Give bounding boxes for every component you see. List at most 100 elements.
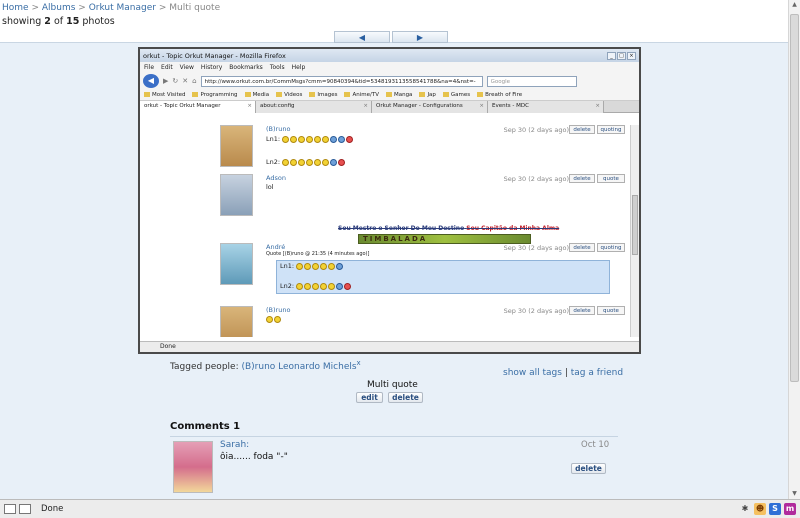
page-scrollbar[interactable]: ▲ ▼ — [788, 0, 800, 499]
screenshot-navbar: ◀ ▶ ↻ ✕ ⌂ http://www.orkut.com.br/CommMs… — [140, 72, 639, 90]
screenshot-window-title: orkut - Topic Orkut Manager - Mozilla Fi… — [143, 51, 286, 60]
close-icon: × — [363, 103, 368, 109]
post-line: Ln2: — [266, 158, 346, 166]
avatar[interactable] — [173, 441, 213, 493]
post-line: Ln2: — [280, 282, 352, 290]
post-author: Adson — [266, 174, 286, 182]
breadcrumb-home-link[interactable]: Home — [2, 3, 29, 13]
breadcrumb-album-link[interactable]: Orkut Manager — [89, 3, 156, 13]
browser-statusbar: Done ✱ ☻ S m — [0, 499, 800, 518]
home-icon: ⌂ — [192, 77, 197, 85]
bookmark-item: Anime/TV — [344, 92, 379, 98]
post-date: Sep 30 (2 days ago) — [503, 126, 569, 134]
comment-author[interactable]: Sarah: — [220, 440, 249, 450]
delete-comment-button[interactable]: delete — [571, 463, 606, 474]
close-icon: × — [595, 103, 600, 109]
smiley-icons — [282, 135, 354, 143]
photo-image: orkut - Topic Orkut Manager - Mozilla Fi… — [138, 47, 641, 354]
next-photo-button[interactable]: ▶ — [392, 31, 448, 43]
screenshot-tab-label: about:config — [260, 103, 295, 109]
bookmark-item: Most Visited — [144, 92, 185, 98]
smiley-icons — [296, 282, 352, 290]
folder-icon — [344, 92, 351, 97]
arrow-right-icon: ▶ — [416, 32, 424, 42]
photo-counter-index: 2 — [44, 16, 51, 27]
smiley-icons — [296, 262, 344, 270]
screenshot-menu-history: History — [200, 63, 223, 71]
screenshot-tab-label: orkut - Topic Orkut Manager — [144, 103, 221, 109]
skype-icon[interactable]: S — [769, 503, 781, 515]
post-text: lol — [266, 183, 274, 191]
post-date: Sep 30 (2 days ago) — [503, 244, 569, 252]
comment-date: Oct 10 — [581, 440, 610, 450]
folder-icon — [442, 92, 449, 97]
screenshot-menubar: File Edit View History Bookmarks Tools H… — [140, 62, 639, 72]
gear-icon[interactable]: ✱ — [739, 503, 751, 515]
scroll-up-icon[interactable]: ▲ — [789, 0, 800, 10]
scroll-down-icon[interactable]: ▼ — [789, 489, 800, 499]
scrollbar-thumb[interactable] — [790, 14, 799, 382]
tag-links-separator: | — [564, 368, 568, 378]
post-line-label: Ln2: — [266, 158, 281, 166]
remove-tag-icon[interactable]: x — [357, 359, 361, 367]
folder-icon — [477, 92, 484, 97]
post-line: Ln1: — [266, 135, 354, 143]
bookmark-label: Videos — [284, 92, 303, 98]
screenshot-page-content: (B)runo Ln1: Ln2: Sep 30 (2 days ago) de… — [140, 125, 630, 337]
statusbar-addons: ✱ ☻ S m — [739, 503, 796, 515]
post-delete-button: delete — [569, 174, 595, 183]
comments-header: Comments 1 — [170, 421, 241, 432]
tagged-people-label: Tagged people: — [170, 362, 239, 372]
minimize-icon: _ — [607, 51, 616, 60]
bookmark-label: Programming — [200, 92, 238, 98]
show-all-tags-link[interactable]: show all tags — [503, 368, 562, 378]
folder-icon — [144, 92, 150, 97]
post-author: André — [266, 243, 286, 251]
bookmark-label: Anime/TV — [352, 92, 379, 98]
bookmark-item: Manga — [385, 92, 413, 98]
bookmark-label: Games — [450, 92, 471, 98]
screenshot-tab: Events - MDC × — [488, 101, 604, 113]
edit-photo-button[interactable]: edit — [356, 392, 383, 403]
avatar — [220, 243, 253, 285]
screenshot-tab: orkut - Topic Orkut Manager × — [140, 101, 256, 113]
bookmark-label: Media — [252, 92, 270, 98]
folder-icon — [192, 92, 199, 97]
addon-icon[interactable]: ☻ — [754, 503, 766, 515]
post-quote-button: quoting — [597, 125, 625, 134]
status-text: Done — [41, 504, 64, 514]
delete-photo-button[interactable]: delete — [388, 392, 423, 403]
folder-icon — [276, 92, 283, 97]
screenshot-menu-view: View — [179, 63, 194, 71]
post-date: Sep 30 (2 days ago) — [503, 175, 569, 183]
forum-post: (B)runo Ln1: Ln2: Sep 30 (2 days ago) de… — [220, 125, 625, 169]
folder-icon — [244, 92, 251, 97]
tagged-person-link[interactable]: (B)runo Leonardo Michels — [241, 362, 356, 372]
bookmark-item: Videos — [276, 92, 302, 98]
photo-navigation: ◀ ▶ — [334, 31, 448, 43]
bookmark-label: Jap — [427, 92, 436, 98]
breadcrumb-albums-link[interactable]: Albums — [42, 3, 76, 13]
keyboard-icon — [19, 504, 31, 514]
close-icon: × — [627, 51, 636, 60]
photo-counter-suffix: photos — [82, 16, 115, 27]
bookmark-label: Manga — [393, 92, 413, 98]
orkut-manager-icon[interactable]: m — [784, 503, 796, 515]
tag-a-friend-link[interactable]: tag a friend — [571, 368, 623, 378]
photo-counter-total: 15 — [66, 16, 80, 27]
screenshot-titlebar: orkut - Topic Orkut Manager - Mozilla Fi… — [140, 49, 639, 62]
post-line: Ln1: — [280, 262, 344, 270]
post-date: Sep 30 (2 days ago) — [503, 307, 569, 315]
post-line-label: Ln2: — [280, 282, 295, 290]
photo-counter-prefix: showing — [2, 16, 42, 27]
bookmark-label: Breath of Fire — [485, 92, 523, 98]
screenshot-menu-help: Help — [291, 63, 306, 71]
previous-photo-button[interactable]: ◀ — [334, 31, 390, 43]
folder-icon — [385, 92, 392, 97]
screenshot-tab-strip: orkut - Topic Orkut Manager × about:confi… — [140, 101, 639, 113]
screenshot-tab: about:config × — [256, 101, 372, 113]
signature-title: Sou Mestre e Senhor Do Meu Destino Sou C… — [338, 225, 559, 232]
avatar — [220, 174, 253, 216]
screenshot-menu-file: File — [144, 63, 155, 71]
photo-counter-of: of — [53, 16, 64, 27]
